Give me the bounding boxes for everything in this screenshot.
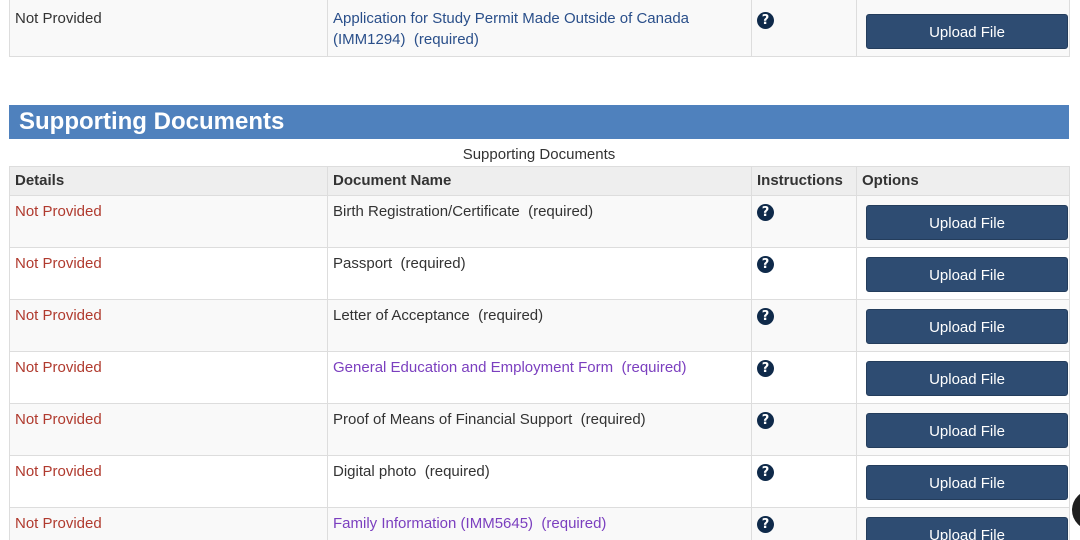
question-circle-icon[interactable]: ? — [757, 204, 774, 221]
document-name-cell: Proof of Means of Financial Support (req… — [327, 403, 752, 456]
table-header-row: Details Document Name Instructions Optio… — [9, 166, 1070, 196]
table-row: Not Provided Passport (required) ? Uploa… — [9, 247, 1070, 300]
document-name-cell: Letter of Acceptance (required) — [327, 299, 752, 352]
floating-chat-button[interactable] — [1072, 490, 1080, 530]
question-circle-icon[interactable]: ? — [757, 516, 774, 533]
document-name-link[interactable]: Application for Study Permit Made Outsid… — [333, 10, 689, 48]
question-circle-icon[interactable]: ? — [757, 464, 774, 481]
options-cell: Upload File — [856, 403, 1070, 456]
details-status: Not Provided — [15, 10, 102, 27]
upload-file-button[interactable]: Upload File — [866, 413, 1068, 448]
supporting-documents-table: Details Document Name Instructions Optio… — [9, 166, 1070, 540]
upload-file-button[interactable]: Upload File — [866, 257, 1068, 292]
document-name-cell: General Education and Employment Form (r… — [327, 351, 752, 404]
options-cell: Upload File — [856, 299, 1070, 352]
document-name-cell: Passport (required) — [327, 247, 752, 300]
options-cell: Upload File — [856, 195, 1070, 248]
column-header-details: Details — [9, 166, 328, 196]
details-status: Not Provided — [15, 255, 102, 272]
document-name-cell: Birth Registration/Certificate (required… — [327, 195, 752, 248]
options-cell: Upload File — [856, 455, 1070, 508]
question-circle-icon[interactable]: ? — [757, 412, 774, 429]
details-cell: Not Provided — [9, 195, 328, 248]
table-row: Not Provided Letter of Acceptance (requi… — [9, 299, 1070, 352]
instructions-cell: ? — [751, 299, 857, 352]
table-row: Not Provided Birth Registration/Certific… — [9, 195, 1070, 248]
upload-file-button[interactable]: Upload File — [866, 361, 1068, 396]
column-header-options: Options — [856, 166, 1070, 196]
column-header-instructions: Instructions — [751, 166, 857, 196]
details-cell: Not Provided — [9, 351, 328, 404]
upload-file-button[interactable]: Upload File — [866, 517, 1068, 540]
details-cell: Not Provided — [9, 247, 328, 300]
question-circle-icon[interactable]: ? — [757, 256, 774, 273]
details-status: Not Provided — [15, 463, 102, 480]
instructions-cell: ? — [751, 247, 857, 300]
document-name: Birth Registration/Certificate (required… — [333, 203, 594, 220]
details-cell: Not Provided — [9, 299, 328, 352]
details-cell: Not Provided — [9, 0, 328, 57]
upload-file-button[interactable]: Upload File — [866, 309, 1068, 344]
previous-forms-table: Not Provided Application for Study Permi… — [9, 0, 1070, 57]
table-row: Not Provided Proof of Means of Financial… — [9, 403, 1070, 456]
table-row: Not Provided Family Information (IMM5645… — [9, 507, 1070, 540]
options-cell: Upload File — [856, 0, 1070, 57]
upload-file-button[interactable]: Upload File — [866, 14, 1068, 49]
details-status: Not Provided — [15, 515, 102, 532]
table-row: Not Provided General Education and Emplo… — [9, 351, 1070, 404]
question-circle-icon[interactable]: ? — [757, 308, 774, 325]
details-cell: Not Provided — [9, 507, 328, 540]
question-circle-icon[interactable]: ? — [757, 360, 774, 377]
instructions-cell: ? — [751, 403, 857, 456]
options-cell: Upload File — [856, 507, 1070, 540]
instructions-cell: ? — [751, 455, 857, 508]
table-row: Not Provided Application for Study Permi… — [9, 0, 1070, 57]
section-title: Supporting Documents — [9, 105, 1069, 139]
upload-file-button[interactable]: Upload File — [866, 205, 1068, 240]
details-status: Not Provided — [15, 411, 102, 428]
instructions-cell: ? — [751, 195, 857, 248]
document-name-link[interactable]: Family Information (IMM5645) (required) — [333, 515, 606, 532]
instructions-cell: ? — [751, 0, 857, 57]
page: Not Provided Application for Study Permi… — [0, 0, 1080, 540]
table-row: Not Provided Digital photo (required) ? … — [9, 455, 1070, 508]
details-cell: Not Provided — [9, 403, 328, 456]
instructions-cell: ? — [751, 351, 857, 404]
question-circle-icon[interactable]: ? — [757, 12, 774, 29]
upload-file-button[interactable]: Upload File — [866, 465, 1068, 500]
column-header-document-name: Document Name — [327, 166, 752, 196]
instructions-cell: ? — [751, 507, 857, 540]
document-name: Proof of Means of Financial Support (req… — [333, 411, 646, 428]
details-cell: Not Provided — [9, 455, 328, 508]
document-name-cell: Digital photo (required) — [327, 455, 752, 508]
document-name: Digital photo (required) — [333, 463, 490, 480]
document-name-cell: Application for Study Permit Made Outsid… — [327, 0, 752, 57]
table-caption: Supporting Documents — [462, 146, 616, 163]
options-cell: Upload File — [856, 351, 1070, 404]
details-status: Not Provided — [15, 307, 102, 324]
details-status: Not Provided — [15, 203, 102, 220]
document-name-cell: Family Information (IMM5645) (required) — [327, 507, 752, 540]
document-name: Letter of Acceptance (required) — [333, 307, 544, 324]
options-cell: Upload File — [856, 247, 1070, 300]
document-name-link[interactable]: General Education and Employment Form (r… — [333, 359, 687, 376]
details-status: Not Provided — [15, 359, 102, 376]
document-name: Passport (required) — [333, 255, 466, 272]
